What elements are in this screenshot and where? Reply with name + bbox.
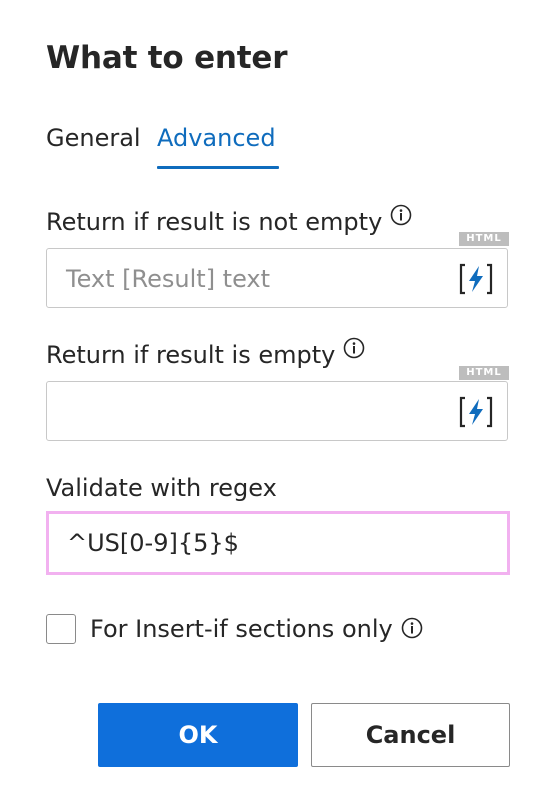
tab-general[interactable]: General [46,124,141,152]
lightning-bracket-icon[interactable] [458,263,494,295]
lightning-bracket-icon[interactable] [458,396,494,428]
tab-bar: General Advanced [46,124,506,172]
insert-if-row: For Insert-if sections only [46,612,423,646]
regex-label-row: Validate with regex [46,474,277,502]
empty-label: Return if result is empty [46,341,336,369]
empty-input[interactable] [46,381,508,441]
dialog-title: What to enter [46,40,288,76]
regex-input[interactable]: ^US[0-9]{5}$ [46,511,510,575]
tab-selected-indicator [157,166,279,169]
cancel-button[interactable]: Cancel [311,703,510,767]
not-empty-label: Return if result is not empty [46,208,383,236]
not-empty-input[interactable]: Text [Result] text [46,248,508,308]
regex-value: ^US[0-9]{5}$ [67,529,239,557]
regex-label: Validate with regex [46,474,277,502]
not-empty-placeholder: Text [Result] text [66,265,271,293]
insert-if-label: For Insert-if sections only [90,615,393,643]
html-badge: HTML [459,366,509,380]
insert-if-checkbox[interactable] [46,614,76,644]
empty-label-row: Return if result is empty [46,337,365,369]
html-badge: HTML [459,232,509,246]
info-icon[interactable] [401,617,423,639]
ok-button[interactable]: OK [98,703,298,767]
not-empty-label-row: Return if result is not empty [46,204,412,236]
info-icon[interactable] [343,337,365,359]
info-icon[interactable] [390,204,412,226]
tab-advanced[interactable]: Advanced [157,124,276,152]
